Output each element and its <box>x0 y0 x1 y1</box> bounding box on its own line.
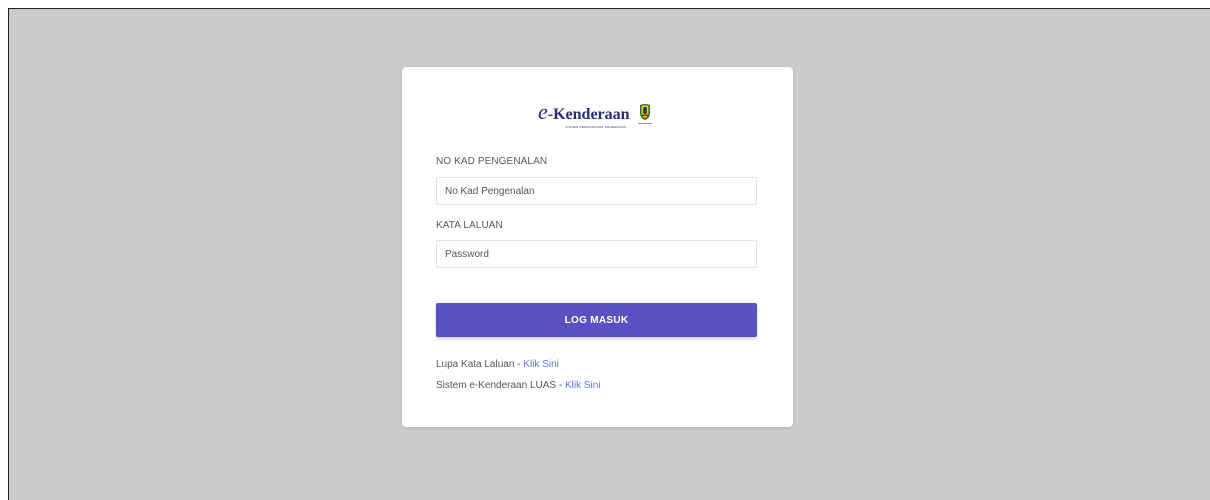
ic-number-input[interactable] <box>436 177 757 205</box>
logo-tagline: SISTEM PENGURUSAN KENDERAAN <box>565 125 627 129</box>
logo-prefix: e <box>538 99 548 124</box>
page-background: e-Kenderaan SISTEM PENGURUSAN KENDERAAN … <box>8 8 1210 500</box>
login-card: e-Kenderaan SISTEM PENGURUSAN KENDERAAN … <box>402 67 793 427</box>
logo-name: -Kenderaan <box>547 106 630 123</box>
luas-system-row: Sistem e-Kenderaan LUAS - Klik Sini <box>436 380 601 391</box>
forgot-password-row: Lupa Kata Laluan - Klik Sini <box>436 359 559 370</box>
luas-system-text: Sistem e-Kenderaan LUAS <box>436 380 557 391</box>
state-crest-icon <box>637 103 652 125</box>
app-logo: e-Kenderaan SISTEM PENGURUSAN KENDERAAN <box>538 101 668 137</box>
forgot-password-link[interactable]: Klik Sini <box>523 359 559 370</box>
password-input[interactable] <box>436 240 757 268</box>
luas-system-link[interactable]: Klik Sini <box>565 380 601 391</box>
login-button[interactable]: LOG MASUK <box>436 303 757 337</box>
password-label: KATA LALUAN <box>436 220 503 231</box>
ic-number-label: NO KAD PENGENALAN <box>436 156 548 167</box>
forgot-password-text: Lupa Kata Laluan <box>436 359 515 370</box>
